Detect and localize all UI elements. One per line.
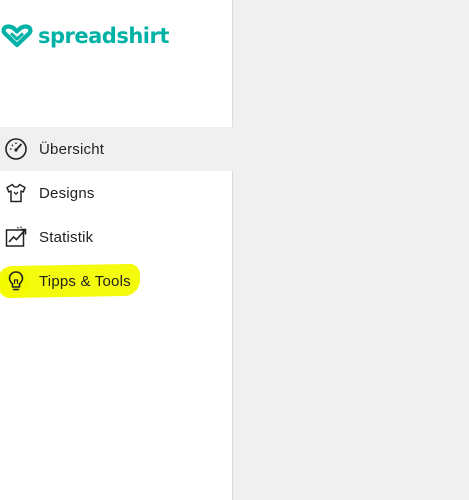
sidebar-item-label: Designs bbox=[39, 184, 95, 202]
sidebar: spreadshirt Übersicht Designs Statistik … bbox=[0, 0, 233, 500]
sidebar-item-label: Übersicht bbox=[39, 140, 105, 158]
dashboard-gauge-icon bbox=[5, 138, 27, 160]
lightbulb-icon bbox=[8, 271, 24, 291]
sidebar-item-designs[interactable]: Designs bbox=[0, 171, 233, 215]
chart-trend-icon bbox=[5, 226, 27, 247]
heart-logo-icon bbox=[1, 24, 33, 48]
tshirt-icon bbox=[6, 183, 26, 203]
sidebar-nav: Übersicht Designs Statistik Tipps & Tool… bbox=[0, 127, 233, 303]
sidebar-item-uebersicht[interactable]: Übersicht bbox=[0, 127, 233, 171]
app-window: spreadshirt Übersicht Designs Statistik … bbox=[0, 0, 469, 500]
main-content-area bbox=[233, 0, 469, 500]
brand-name: spreadshirt bbox=[38, 24, 169, 48]
spreadshirt-logo[interactable]: spreadshirt bbox=[0, 20, 169, 52]
sidebar-item-statistik[interactable]: Statistik bbox=[0, 215, 233, 259]
sidebar-item-label: Statistik bbox=[39, 228, 94, 246]
sidebar-item-label: Tipps & Tools bbox=[39, 272, 131, 290]
sidebar-item-tipps-tools[interactable]: Tipps & Tools bbox=[0, 259, 233, 303]
